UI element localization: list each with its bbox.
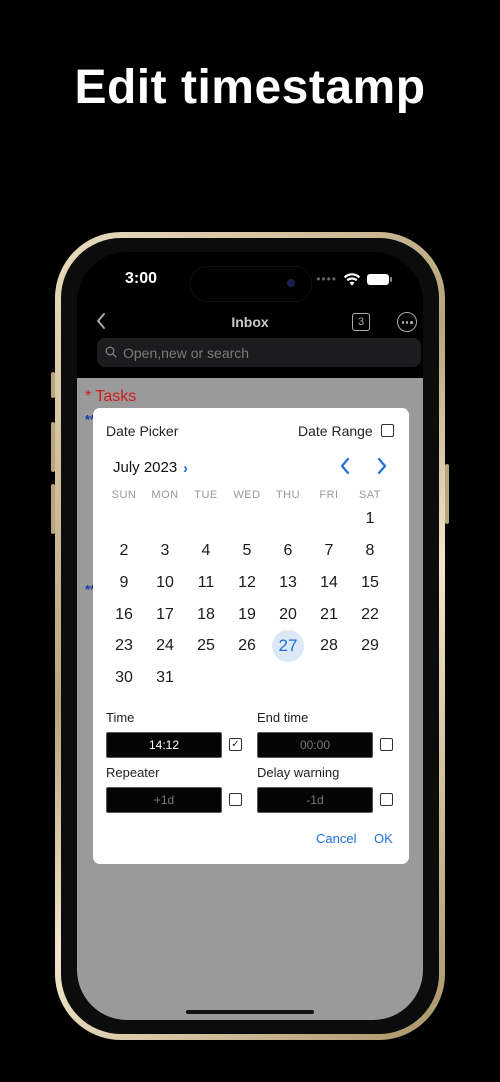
delay-warning-label: Delay warning (257, 765, 340, 780)
calendar-day[interactable]: 20 (271, 600, 305, 630)
tab-count-button[interactable]: 3 (352, 313, 370, 331)
calendar-day[interactable]: 5 (230, 536, 264, 566)
repeater-checkbox[interactable] (229, 793, 242, 806)
calendar-day[interactable]: 14 (312, 568, 346, 598)
calendar-day[interactable]: 9 (107, 568, 141, 598)
silent-switch (51, 372, 55, 398)
repeater-label: Repeater (106, 765, 160, 780)
calendar-day[interactable]: 8 (353, 536, 387, 566)
camera-dot (287, 279, 295, 287)
nav-title: Inbox (231, 314, 269, 330)
previous-month-icon[interactable] (337, 456, 353, 476)
volume-down-button (51, 484, 55, 534)
month-expand-chevron-icon[interactable]: › (183, 460, 188, 477)
status-time: 3:00 (125, 270, 158, 287)
calendar-day[interactable]: 26 (230, 631, 264, 661)
calendar-day[interactable]: 31 (148, 663, 182, 693)
end-time-field[interactable]: 00:00 (257, 732, 373, 758)
calendar-day[interactable]: 13 (271, 568, 305, 598)
calendar-day[interactable]: 29 (353, 631, 387, 661)
weekday-mon: MON (151, 489, 179, 501)
month-label[interactable]: July 2023 (113, 459, 177, 476)
calendar-day[interactable]: 4 (189, 536, 223, 566)
time-field[interactable]: 14:12 (106, 732, 222, 758)
end-time-checkbox[interactable] (380, 738, 393, 751)
time-checkbox[interactable]: ✓ (229, 738, 242, 751)
weekday-tue: TUE (194, 489, 218, 501)
power-button (445, 464, 449, 524)
calendar-day[interactable]: 19 (230, 600, 264, 630)
calendar-day[interactable]: 30 (107, 663, 141, 693)
calendar-day[interactable]: 15 (353, 568, 387, 598)
date-range-checkbox[interactable] (381, 424, 394, 437)
weekday-thu: THU (275, 489, 301, 501)
weekday-fri: FRI (319, 489, 339, 501)
date-range-label: Date Range (298, 423, 373, 439)
home-indicator (186, 1010, 314, 1014)
weekday-sat: SAT (358, 489, 382, 501)
headline: Edit timestamp (74, 61, 426, 114)
calendar-day[interactable]: 22 (353, 600, 387, 630)
tasks-heading: * Tasks (85, 388, 137, 405)
volume-up-button (51, 422, 55, 472)
signal-icon: •••• (316, 272, 337, 286)
calendar-day[interactable]: 25 (189, 631, 223, 661)
search-icon (105, 346, 117, 358)
calendar-day[interactable]: 1 (353, 504, 387, 534)
calendar-day[interactable]: 17 (148, 600, 182, 630)
calendar-day[interactable]: 12 (230, 568, 264, 598)
battery-icon (367, 273, 392, 285)
delay-warning-checkbox[interactable] (380, 793, 393, 806)
calendar-day[interactable]: 21 (312, 600, 346, 630)
calendar-day[interactable]: 6 (271, 536, 305, 566)
next-month-icon[interactable] (374, 456, 390, 476)
date-picker-dialog: Date Picker Date Range July 2023 › SUN MO… (93, 408, 409, 864)
calendar-day-selected[interactable]: 27 (272, 630, 304, 662)
calendar-day[interactable]: 7 (312, 536, 346, 566)
calendar-day[interactable]: 23 (107, 631, 141, 661)
weekday-wed: WED (233, 489, 261, 501)
weekday-sun: SUN (111, 489, 137, 501)
calendar-day[interactable]: 18 (189, 600, 223, 630)
calendar-day[interactable]: 11 (189, 568, 223, 598)
calendar-day[interactable]: 28 (312, 631, 346, 661)
cancel-button[interactable]: Cancel (316, 831, 356, 846)
wifi-icon (343, 272, 361, 285)
search-input[interactable]: Open,new or search (123, 345, 249, 361)
calendar-day[interactable]: 24 (148, 631, 182, 661)
end-time-label: End time (257, 710, 309, 725)
calendar-day[interactable]: 2 (107, 536, 141, 566)
calendar-day[interactable]: 16 (107, 600, 141, 630)
ok-button[interactable]: OK (374, 831, 393, 846)
calendar-day[interactable]: 3 (148, 536, 182, 566)
repeater-field[interactable]: +1d (106, 787, 222, 813)
calendar-day[interactable]: 10 (148, 568, 182, 598)
search-bar[interactable]: Open,new or search (97, 338, 421, 367)
delay-warning-field[interactable]: -1d (257, 787, 373, 813)
time-label: Time (106, 710, 135, 725)
dialog-title: Date Picker (106, 423, 179, 439)
status-icons: •••• (316, 272, 392, 286)
more-options-icon[interactable] (397, 312, 417, 332)
